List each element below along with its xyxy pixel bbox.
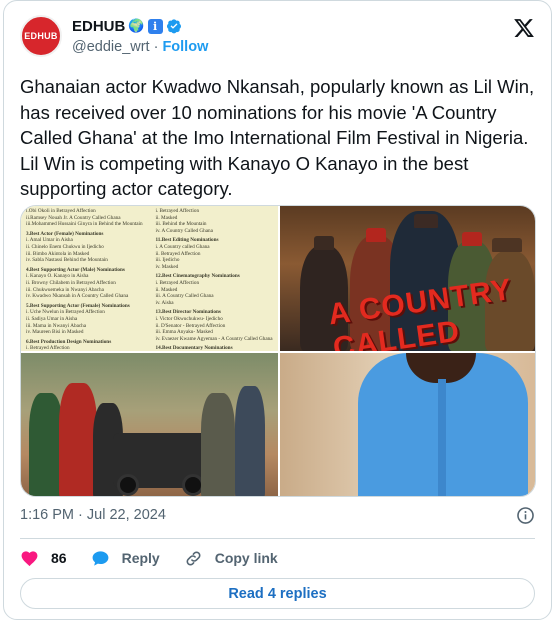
document-line: i. Uche Nwelun in Betrayed Affection (26, 309, 105, 316)
tweet-header: EDHUB EDHUB 🌍 i @eddie_wrt · Follow (20, 13, 535, 63)
media-nominations-document[interactable]: i.Obi Okoli in Betrayed Affection ii.Rams… (21, 206, 278, 351)
document-heading: 14.Best Documentary Nominations (155, 345, 233, 351)
document-line: ii. Browny Chilabem in Betrayed Affectio… (26, 279, 116, 286)
media-film-scene[interactable] (21, 353, 278, 496)
document-line: iii. A Country Called Ghana (155, 293, 214, 300)
document-line: iv. Masked (155, 263, 179, 270)
document-line: iii. Ijedicho (155, 257, 180, 264)
document-line: iv. Sabla Nastassi Behind the Mountain (26, 257, 108, 264)
document-line: iv. Maureen Bisi in Masked (26, 329, 84, 336)
copy-link-label: Copy link (214, 550, 278, 566)
poster-hat (314, 236, 334, 250)
document-line: ii. Masked (155, 214, 178, 221)
document-right-column: i. Betrayed Affection ii. Masked iii. Behi… (156, 208, 274, 351)
document-line: iii. Mama in Nwanyi Abacha (26, 322, 87, 329)
document-line: ii. Masked (155, 286, 178, 293)
document-heading: 13.Best Director Nominations (155, 309, 221, 316)
document-heading: 12.Best Cinematography Nominations (155, 273, 240, 280)
divider (20, 538, 535, 539)
author-handle[interactable]: @eddie_wrt (72, 39, 150, 55)
heart-icon (21, 550, 38, 566)
scene-figure (201, 393, 235, 496)
verified-badge-icon (166, 19, 181, 34)
poster-hat (462, 232, 482, 246)
document-heading: 11.Best Editing Nominations (155, 237, 219, 244)
link-icon (186, 551, 201, 565)
handle-line: @eddie_wrt · Follow (72, 39, 208, 55)
media-movie-poster[interactable]: A COUNTRY CALLED (280, 206, 535, 351)
scene-quad-bike (113, 433, 208, 496)
document-line: iv. Kwadwo Nkansah in A Country Called G… (26, 293, 129, 300)
document-heading: 4.Best Supporting Actor (Male) Nominatio… (26, 266, 125, 273)
document-line: i.Obi Okoli in Betrayed Affection (26, 208, 96, 214)
document-line: iii. Bimbo Akintola in Masked (26, 250, 90, 257)
document-line: ii. Chinelo Enem Chukwu in Ijedicho (26, 243, 104, 250)
reply-button[interactable]: Reply (91, 549, 160, 568)
poster-hat (492, 238, 522, 252)
author-info: EDHUB 🌍 i @eddie_wrt · Follow (72, 16, 208, 56)
portrait-blue-shirt (358, 353, 528, 496)
document-line: i. Betrayed Affection (155, 279, 200, 286)
tweet-actions: 86 Reply Copy link (20, 547, 302, 569)
document-left-column: i.Obi Okoli in Betrayed Affection ii.Rams… (26, 208, 144, 351)
info-icon[interactable] (516, 506, 535, 525)
document-heading: 3.Best Actor (Female) Nominations (26, 230, 104, 237)
scene-figure (29, 393, 63, 496)
author-name[interactable]: EDHUB (72, 18, 125, 35)
avatar[interactable]: EDHUB (20, 15, 62, 57)
like-count: 86 (51, 550, 67, 566)
document-line: i. A Country called Ghana (155, 243, 210, 250)
tweet-text: Ghanaian actor Kwadwo Nkansah, popularly… (20, 76, 535, 199)
follow-button[interactable]: Follow (162, 39, 208, 55)
author-name-line: EDHUB 🌍 i (72, 16, 208, 36)
document-columns: i.Obi Okoli in Betrayed Affection ii.Rams… (26, 208, 273, 351)
media-actor-portrait[interactable] (280, 353, 535, 496)
document-line: i. Amal Umar in Aisha (26, 237, 73, 244)
like-button[interactable]: 86 (20, 549, 67, 568)
reply-label: Reply (121, 550, 160, 566)
document-line: i. Victor Okwuchukwu- Ijedicho (155, 315, 223, 322)
document-line: iv. Aisha (155, 299, 174, 306)
chat-bubble-icon (92, 550, 108, 566)
portrait-shirt-placket (438, 379, 446, 496)
document-line: i. Betrayed Affection (155, 208, 200, 214)
tweet-card: EDHUB EDHUB 🌍 i @eddie_wrt · Follow Ghan… (3, 0, 552, 620)
globe-emoji: 🌍 (128, 18, 145, 33)
document-line: ii. Betrayed Affection (155, 250, 201, 257)
document-line: iii. Emma Anyaku- Masked (155, 329, 213, 336)
copy-link-button[interactable]: Copy link (184, 549, 278, 568)
document-line: iii. Behind the Mountain (155, 221, 207, 228)
document-line: i. Kanayo O. Kanayo in Aisha (26, 273, 89, 280)
document-line: iii. Chukwuemeka in Nwanyi Abacha (26, 286, 104, 293)
document-line: iv. Evaezer Kwame Agyeman - A Country Ca… (155, 335, 273, 342)
x-logo-icon[interactable] (513, 17, 535, 39)
document-line: iii.Mohammed Hussaini Ginyra in Behind t… (26, 221, 143, 228)
document-line: ii. Sadiya Umar in Aisha (26, 315, 78, 322)
media-grid: i.Obi Okoli in Betrayed Affection ii.Rams… (20, 205, 536, 497)
scene-quad-wheel (117, 474, 139, 496)
scene-figure (59, 383, 97, 496)
document-line: ii.Ramsey Nouah Jr. A Country Called Gha… (26, 214, 121, 221)
separator-dot: · (153, 39, 159, 55)
poster-hat (414, 214, 438, 228)
poster-hat (366, 228, 386, 242)
document-line: iv. A Country Called Ghana (155, 227, 213, 234)
info-badge-icon: i (147, 18, 163, 34)
document-line: i. Betrayed Affection (26, 345, 70, 351)
read-replies-button[interactable]: Read 4 replies (20, 578, 535, 609)
tweet-timestamp[interactable]: 1:16 PM · Jul 22, 2024 (20, 507, 166, 523)
document-line: ii. D'Senator - Betrayed Affection (155, 322, 226, 329)
scene-figure (235, 386, 265, 496)
